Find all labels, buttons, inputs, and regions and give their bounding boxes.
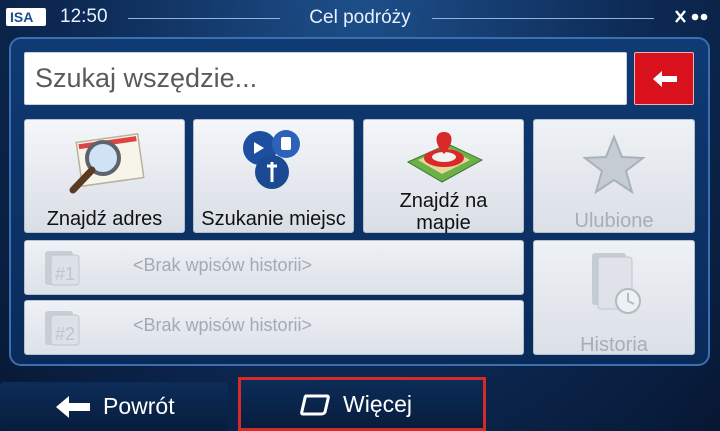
tile-label-line2: mapie bbox=[416, 212, 471, 234]
tile-label: Szukanie miejsc bbox=[201, 208, 346, 230]
back-button[interactable]: Powrót bbox=[0, 382, 228, 431]
gps-signal-icon bbox=[675, 10, 708, 23]
back-button-label: Powrót bbox=[103, 393, 175, 419]
svg-text:#2: #2 bbox=[55, 324, 75, 344]
search-places-button[interactable]: Szukanie miejsc bbox=[193, 119, 354, 233]
history-button-label: Historia bbox=[580, 334, 648, 356]
search-field[interactable] bbox=[24, 52, 627, 105]
history-entry-label: <Brak wpisów historii> bbox=[133, 255, 313, 275]
favorites-button[interactable]: Ulubione bbox=[533, 119, 695, 233]
folder-clock-icon bbox=[592, 253, 641, 314]
history-entry-2[interactable]: #2 <Brak wpisów historii> bbox=[24, 300, 524, 355]
poi-pins-icon bbox=[243, 130, 300, 189]
page-title: Cel podróży bbox=[309, 7, 411, 28]
status-bar: ISA 12:50 Cel podróży bbox=[0, 0, 720, 36]
arrow-left-icon bbox=[653, 71, 677, 87]
history-folder-icon: #2 bbox=[45, 311, 80, 346]
more-button-label: Więcej bbox=[343, 391, 413, 417]
history-folder-icon: #1 bbox=[45, 251, 80, 286]
find-address-button[interactable]: Znajdź adres bbox=[24, 119, 185, 233]
history-button[interactable]: Historia bbox=[533, 240, 695, 356]
tile-label: Znajdź adres bbox=[46, 208, 163, 230]
more-rounded-square-icon bbox=[300, 394, 330, 416]
history-entry-1[interactable]: #1 <Brak wpisów historii> bbox=[24, 240, 524, 295]
search-input[interactable] bbox=[25, 53, 626, 104]
svg-text:#1: #1 bbox=[55, 264, 75, 284]
map-pin-icon bbox=[406, 132, 484, 183]
tile-label-line1: Znajdź na bbox=[399, 190, 488, 212]
backspace-button[interactable] bbox=[634, 52, 694, 105]
history-entry-label: <Brak wpisów historii> bbox=[133, 315, 313, 335]
more-button[interactable]: Więcej bbox=[238, 377, 486, 431]
star-icon bbox=[582, 134, 646, 195]
find-on-map-button[interactable]: Znajdź na mapie bbox=[363, 119, 524, 234]
tile-label: Ulubione bbox=[574, 210, 654, 232]
arrow-left-icon bbox=[56, 396, 90, 418]
envelope-magnifier-icon bbox=[69, 133, 145, 194]
